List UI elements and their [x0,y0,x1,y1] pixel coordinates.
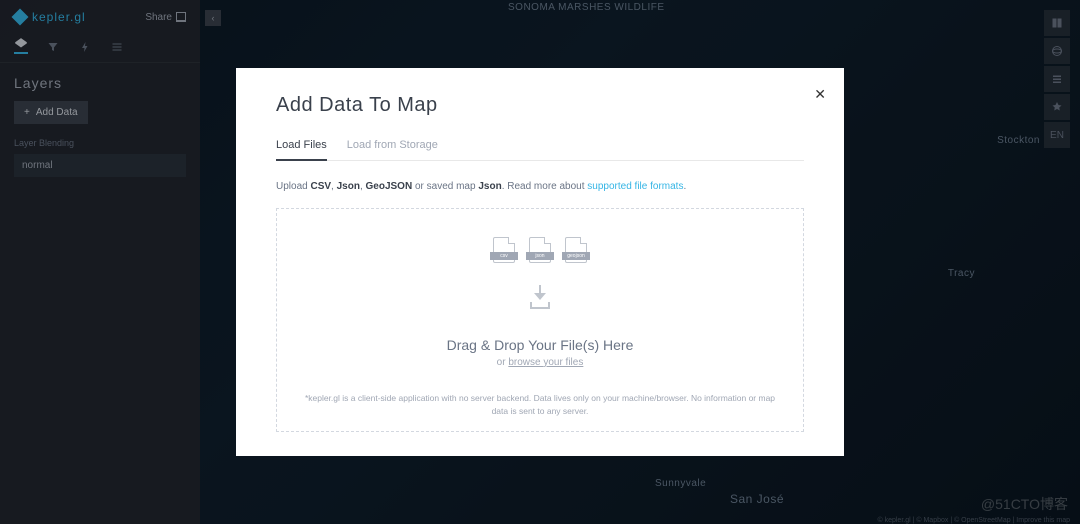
watermark: @51CTO博客 [981,494,1068,514]
modal-title: Add Data To Map [276,94,804,117]
download-icon [528,285,552,309]
geojson-file-icon: geojson [565,237,587,263]
disclaimer-text: *kepler.gl is a client-side application … [289,392,791,418]
close-icon: ✕ [814,86,826,102]
csv-file-icon: csv [493,237,515,263]
browse-files-link[interactable]: browse your files [508,357,583,368]
close-button[interactable]: ✕ [814,86,826,103]
tab-load-files[interactable]: Load Files [276,139,327,161]
file-type-icons: csv json geojson [289,237,791,263]
browse-text: or browse your files [289,357,791,368]
drop-text: Drag & Drop Your File(s) Here [289,337,791,353]
tab-load-storage[interactable]: Load from Storage [347,139,438,160]
file-dropzone[interactable]: csv json geojson Drag & Drop Your File(s… [276,208,804,433]
add-data-modal: ✕ Add Data To Map Load Files Load from S… [236,68,844,457]
modal-overlay[interactable]: ✕ Add Data To Map Load Files Load from S… [0,0,1080,524]
json-file-icon: json [529,237,551,263]
upload-instructions: Upload CSV, Json, GeoJSON or saved map J… [276,181,804,192]
map-attribution: © kepler.gl | © Mapbox | © OpenStreetMap… [877,517,1070,524]
supported-formats-link[interactable]: supported file formats [587,181,683,192]
modal-tabs: Load Files Load from Storage [276,139,804,161]
